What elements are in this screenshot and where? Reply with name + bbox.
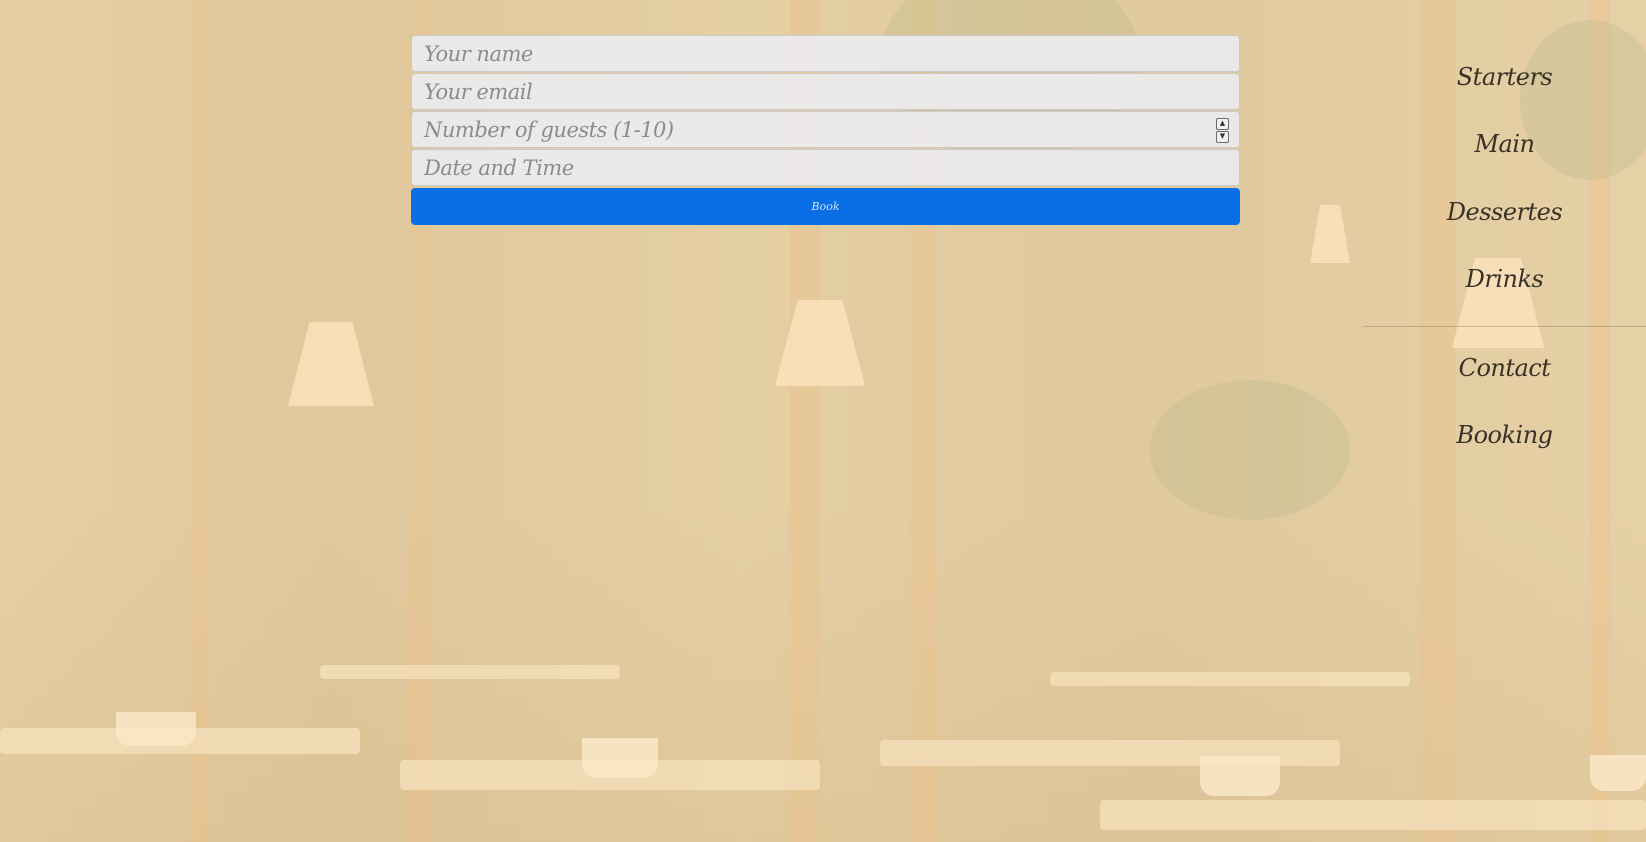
email-input-placeholder: Your email <box>424 79 533 104</box>
nav-item-starters[interactable]: Starters <box>1363 63 1646 91</box>
book-button[interactable]: Book <box>411 188 1240 225</box>
nav-item-main[interactable]: Main <box>1363 130 1646 158</box>
name-input[interactable]: Your name <box>411 35 1240 72</box>
book-button-label: Book <box>811 200 840 213</box>
nav-item-drinks[interactable]: Drinks <box>1363 265 1646 293</box>
email-input[interactable]: Your email <box>411 73 1240 110</box>
guests-input-placeholder: Number of guests (1-10) <box>424 117 674 142</box>
chevron-up-icon[interactable]: ▲ <box>1216 118 1229 130</box>
name-input-placeholder: Your name <box>424 41 533 66</box>
chevron-down-icon[interactable]: ▼ <box>1216 131 1229 143</box>
booking-form: Your name Your email Number of guests (1… <box>411 35 1240 225</box>
datetime-input[interactable]: Date and Time <box>411 149 1240 186</box>
nav-item-booking[interactable]: Booking <box>1363 421 1646 449</box>
datetime-input-placeholder: Date and Time <box>424 155 574 180</box>
nav-divider <box>1363 326 1646 327</box>
nav-item-contact[interactable]: Contact <box>1363 354 1646 382</box>
nav-item-dessertes[interactable]: Dessertes <box>1363 198 1646 226</box>
guests-number-input[interactable]: Number of guests (1-10) ▲ ▼ <box>411 111 1240 148</box>
guests-stepper: ▲ ▼ <box>1216 118 1229 143</box>
